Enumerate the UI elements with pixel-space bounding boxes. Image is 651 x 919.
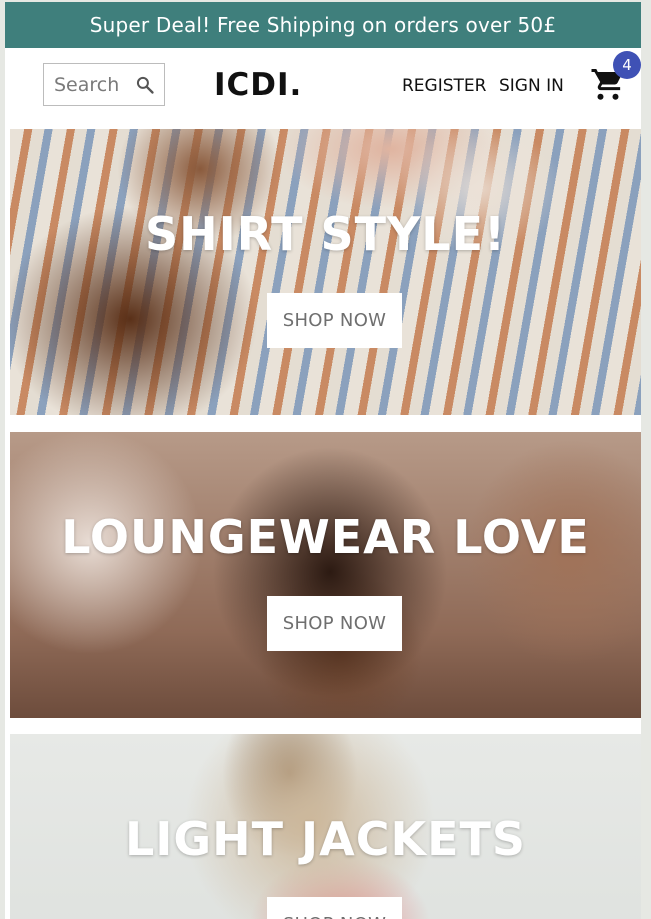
hero-title: SHIRT STYLE! — [144, 207, 507, 261]
register-link[interactable]: REGISTER — [402, 76, 486, 96]
cart-count-badge: 4 — [613, 51, 641, 79]
shop-now-button[interactable]: SHOP NOW — [267, 293, 402, 348]
hero-title: LIGHT JACKETS — [124, 812, 527, 866]
hero-banner-shirt-style[interactable]: SHIRT STYLE! SHOP NOW — [10, 129, 641, 415]
search-input[interactable] — [54, 73, 134, 96]
hero-banner-loungewear[interactable]: LOUNGEWEAR LOVE SHOP NOW — [10, 432, 641, 718]
brand-logo[interactable]: ICDI. — [214, 67, 302, 103]
hero-banner-light-jackets[interactable]: LIGHT JACKETS SHOP NOW — [10, 734, 641, 919]
page-frame: Super Deal! Free Shipping on orders over… — [5, 2, 641, 919]
hero-title: LOUNGEWEAR LOVE — [61, 510, 590, 564]
search-icon[interactable] — [135, 75, 155, 95]
search-box[interactable] — [43, 63, 165, 106]
announcement-bar: Super Deal! Free Shipping on orders over… — [5, 2, 641, 48]
shop-now-button[interactable]: SHOP NOW — [267, 596, 402, 651]
shop-now-button[interactable]: SHOP NOW — [267, 897, 402, 919]
sign-in-link[interactable]: SIGN IN — [499, 76, 564, 96]
navbar: ICDI. REGISTER SIGN IN 4 — [5, 48, 641, 129]
announcement-text: Super Deal! Free Shipping on orders over… — [89, 13, 557, 37]
